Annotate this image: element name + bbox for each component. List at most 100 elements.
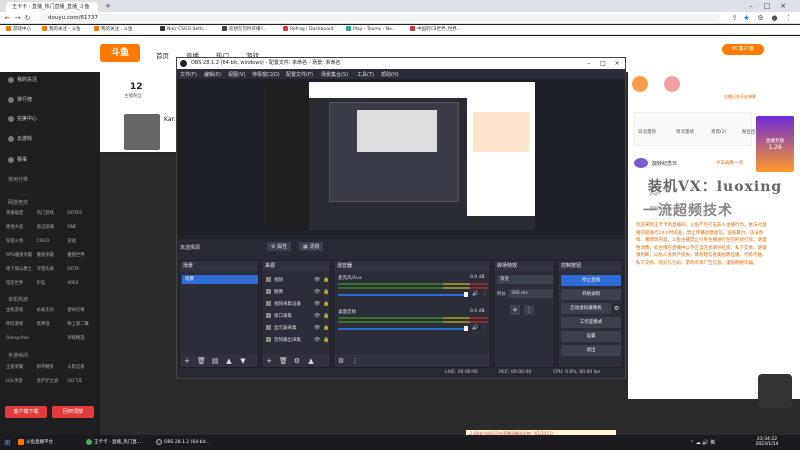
address-bar[interactable]: douyu.com/61737: [40, 14, 720, 22]
maximize-icon[interactable]: □: [760, 0, 774, 12]
visibility-eye-icon[interactable]: 👁: [314, 301, 320, 307]
transition-select[interactable]: 渐变: [497, 275, 553, 284]
mixer-ch1-slider[interactable]: [338, 294, 464, 296]
taskbar-item[interactable]: 王卡卡 - 直播_热门直...: [86, 438, 141, 448]
tab-douyu[interactable]: 王卡卡 - 直播_热门直播_直播_斗鱼: [6, 2, 98, 12]
menu-scene-collection[interactable]: 场景集合(S): [321, 71, 348, 78]
pc-client-badge[interactable]: PC客户端: [722, 44, 764, 55]
menu-docks[interactable]: 停靠窗口(D): [252, 71, 280, 78]
bookmark-item[interactable]: 中国的CS世界_世界...: [410, 26, 461, 34]
category-link[interactable]: Overprime: [6, 332, 37, 346]
category-link[interactable]: 晚上第二幕: [67, 318, 98, 332]
duration-input[interactable]: 300 ms: [508, 289, 553, 298]
mixer-menu-icon[interactable]: ⋮: [482, 291, 487, 297]
obs-close-icon[interactable]: ×: [611, 58, 623, 69]
add-icon[interactable]: +: [183, 357, 191, 365]
menu-help[interactable]: 帮助(H): [381, 71, 399, 78]
close-icon[interactable]: ×: [776, 0, 790, 12]
sidebar-item-rank[interactable]: 排行榜: [8, 96, 32, 103]
category-link[interactable]: 主机游戏: [6, 304, 37, 318]
gear-icon[interactable]: ⚙: [337, 357, 345, 365]
category-link[interactable]: 王者荣耀: [6, 361, 37, 375]
mixer-ch2-slider[interactable]: [338, 328, 464, 330]
lock-icon[interactable]: 🔒: [323, 313, 329, 319]
category-link[interactable]: 魔兽争霸: [37, 249, 68, 263]
menu-icon[interactable]: ⋮: [784, 13, 793, 23]
douyu-logo[interactable]: 斗鱼: [100, 44, 140, 62]
exit-button[interactable]: 退出: [561, 345, 621, 356]
category-link[interactable]: [37, 332, 68, 346]
sidebar-item-center[interactable]: 完美中心: [8, 115, 37, 122]
category-link[interactable]: 英雄联盟: [6, 207, 37, 221]
reload-icon[interactable]: ↻: [23, 13, 32, 23]
menu-file[interactable]: 文件(F): [180, 71, 197, 78]
lock-icon[interactable]: 🔒: [323, 337, 329, 343]
mixer-menu-icon[interactable]: ⋮: [482, 325, 487, 331]
category-link[interactable]: 黑神话: [37, 318, 68, 332]
category-link[interactable]: DOTA2: [67, 207, 98, 221]
category-link[interactable]: RPG魔兽争霸: [6, 249, 37, 263]
bookmark-item[interactable]: Nikz CSGO Setti...: [160, 26, 207, 34]
category-link[interactable]: 魔兽世界: [67, 249, 98, 263]
system-clock[interactable]: 23:34:22 2023/1/14: [752, 437, 782, 447]
bookmark-item[interactable]: Refrag | Dashboard: [283, 26, 334, 34]
rank-tab[interactable]: 粉丝团: [742, 129, 756, 135]
scene-item[interactable]: 场景: [182, 275, 258, 284]
settings-button[interactable]: 设置: [561, 331, 621, 342]
category-link[interactable]: 热门游戏: [37, 207, 68, 221]
speaker-icon[interactable]: 🔊: [472, 291, 478, 297]
host-avatar[interactable]: [124, 114, 160, 150]
category-link[interactable]: 逃出深渊: [37, 221, 68, 235]
category-link[interactable]: 炉石: [37, 277, 68, 291]
profile-icon[interactable]: ●: [770, 13, 779, 23]
speaker-icon[interactable]: 🔊: [472, 325, 478, 331]
lock-icon[interactable]: 🔒: [323, 301, 329, 307]
obs-minimize-icon[interactable]: –: [583, 58, 595, 69]
visibility-eye-icon[interactable]: 👁: [314, 277, 320, 283]
download-client-button[interactable]: 客户端下载: [5, 406, 47, 418]
extensions-icon[interactable]: ⚙: [756, 13, 765, 23]
mixer-ch2-handle[interactable]: [464, 326, 468, 331]
category-link[interactable]: 逆战: [67, 235, 98, 249]
menu-edit[interactable]: 编辑(E): [204, 71, 221, 78]
share-icon[interactable]: ⇪: [730, 13, 739, 23]
more-icon[interactable]: [664, 76, 680, 92]
promo-game-icon[interactable]: [758, 374, 792, 408]
bookmark-item[interactable]: 我的关注 - 斗鱼: [42, 26, 80, 34]
source-item[interactable]: 音频输出采集: [266, 337, 301, 343]
rank-tab[interactable]: 日流量榜: [638, 129, 656, 135]
menu-view[interactable]: 视图(V): [228, 71, 245, 78]
menu-profile[interactable]: 配置文件(P): [286, 71, 313, 78]
rank-tab[interactable]: 周流量榜: [676, 129, 694, 135]
category-link[interactable]: CSGO: [37, 235, 68, 249]
add-icon[interactable]: +: [265, 357, 273, 365]
category-link[interactable]: DOTA: [67, 263, 98, 277]
filter-icon[interactable]: ▤: [211, 357, 219, 365]
bookmark-item[interactable]: 我的关注 - 斗鱼: [94, 26, 132, 34]
new-tab-icon[interactable]: +: [101, 0, 115, 12]
bookmark-item[interactable]: Play - Teams - Ne...: [346, 26, 396, 34]
studio-mode-button[interactable]: 工作室模式: [561, 317, 621, 328]
category-link[interactable]: DNF: [67, 221, 98, 235]
sidebar-item-events[interactable]: 赛事: [8, 156, 27, 163]
category-link[interactable]: 守望先锋: [37, 263, 68, 277]
category-link[interactable]: QQ飞车: [67, 375, 98, 389]
back-icon[interactable]: ←: [3, 13, 12, 23]
category-link[interactable]: 永劫无间: [37, 304, 68, 318]
source-item[interactable]: 显示器采集: [266, 325, 297, 331]
add-transition-button[interactable]: +: [510, 305, 520, 315]
bookmark-item[interactable]: 您想在何时开播?...: [222, 26, 267, 34]
properties-button[interactable]: ⚙ 属性: [267, 242, 292, 251]
up-icon[interactable]: ▲: [307, 357, 315, 365]
obs-maximize-icon[interactable]: □: [597, 58, 609, 69]
bookmark-item[interactable]: 游戏中心: [6, 26, 31, 34]
minimize-icon[interactable]: –: [744, 0, 758, 12]
category-link[interactable]: 使命召唤: [67, 304, 98, 318]
start-recording-button[interactable]: 开始录制: [561, 289, 621, 300]
category-link[interactable]: 绝地大逃: [6, 221, 37, 235]
stop-streaming-button[interactable]: 停止直播: [561, 275, 621, 286]
sidebar-item-cloudgame[interactable]: 云游戏: [8, 135, 32, 142]
virtual-camera-gear-icon[interactable]: ⚙: [614, 305, 619, 312]
tray-icons[interactable]: ⌃ ☁ 🔊 英: [690, 438, 715, 448]
visibility-eye-icon[interactable]: 👁: [314, 289, 320, 295]
